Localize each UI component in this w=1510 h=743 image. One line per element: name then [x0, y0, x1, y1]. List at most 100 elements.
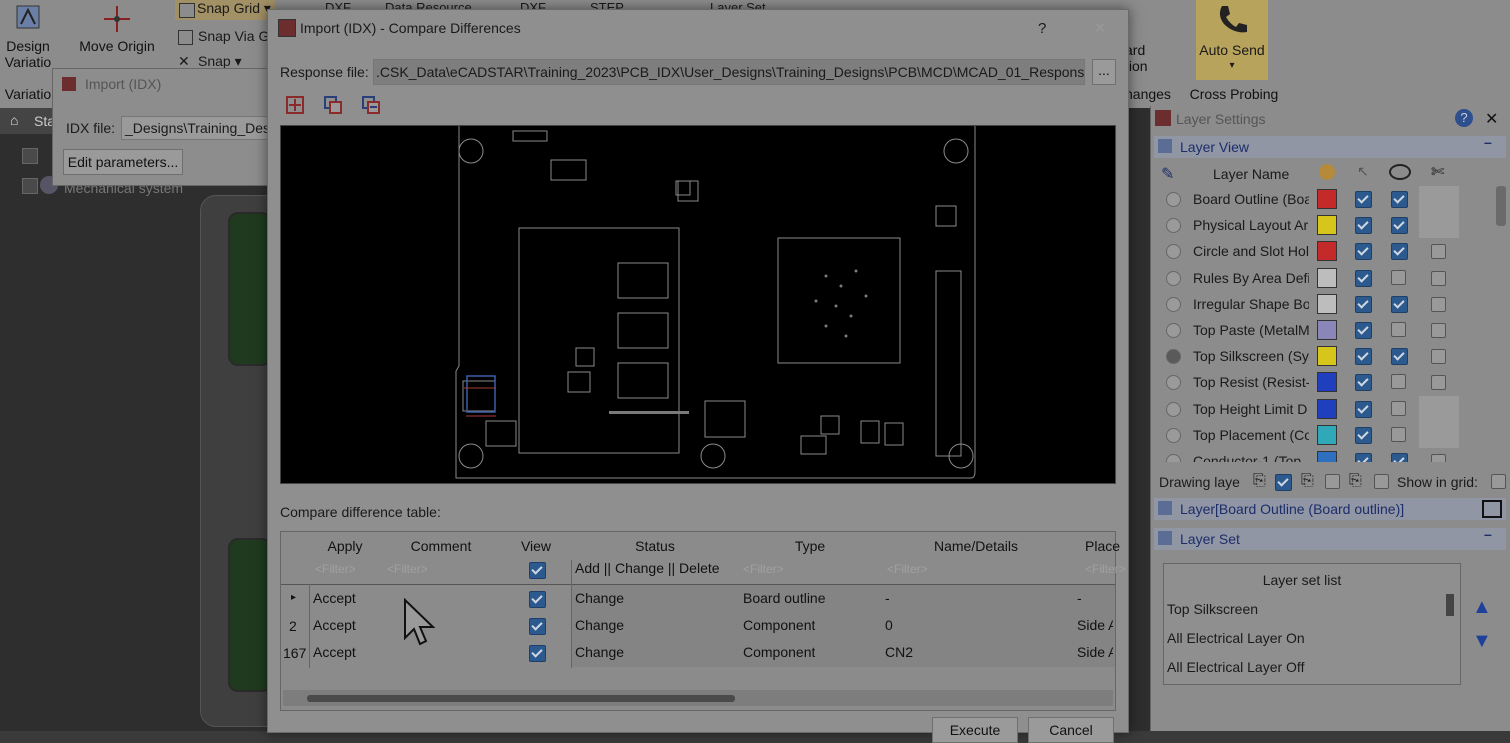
- layer-set-scrollbar[interactable]: [1446, 594, 1454, 616]
- row-2-view-checkbox[interactable]: [529, 618, 546, 635]
- snap-via-grid-button[interactable]: Snap Via G: [178, 28, 269, 45]
- snap-grid-button[interactable]: Snap Grid ▾: [175, 0, 275, 20]
- layer-color-swatch[interactable]: [1317, 320, 1337, 340]
- layer-selectable-checkbox[interactable]: [1355, 453, 1372, 462]
- layer-visible-checkbox[interactable]: [1391, 348, 1408, 366]
- layer-color-swatch[interactable]: [1317, 398, 1337, 419]
- col-type[interactable]: Type: [739, 538, 881, 554]
- layer-active-radio[interactable]: [1166, 270, 1181, 286]
- layer-extra-checkbox[interactable]: [1431, 296, 1446, 312]
- layer-active-radio[interactable]: [1166, 323, 1181, 338]
- layer-selectable-checkbox[interactable]: [1355, 400, 1372, 418]
- execute-button[interactable]: Execute: [932, 717, 1018, 743]
- edit-pencil-icon[interactable]: ✎: [1161, 164, 1174, 184]
- layer-active-radio[interactable]: [1166, 349, 1181, 365]
- close-button[interactable]: ✕: [1094, 19, 1107, 37]
- layer-selectable-checkbox[interactable]: [1355, 217, 1372, 235]
- scrollbar-thumb[interactable]: [307, 695, 735, 702]
- layer-color-swatch[interactable]: [1317, 267, 1337, 288]
- drawing-layer-checkbox-2[interactable]: [1325, 474, 1340, 489]
- row-2-apply[interactable]: Accept: [313, 617, 356, 633]
- cancel-button[interactable]: Cancel: [1028, 717, 1114, 743]
- help-button[interactable]: ?: [1038, 20, 1046, 37]
- changes-label[interactable]: nanges: [1125, 86, 1175, 102]
- paste-layer-icon[interactable]: [360, 94, 382, 116]
- col-place[interactable]: Place: [1085, 538, 1125, 554]
- layer-set-item[interactable]: All Electrical Layer On: [1167, 630, 1305, 646]
- collapse-icon[interactable]: –: [1484, 134, 1492, 150]
- layer-active-radio[interactable]: [1166, 401, 1181, 417]
- layer-extra-cell[interactable]: [1419, 395, 1459, 422]
- layer-row[interactable]: Conductor-1 (Top: [1151, 448, 1461, 462]
- layer-set-collapse-icon[interactable]: –: [1484, 526, 1492, 542]
- layer-color-swatch[interactable]: [1317, 189, 1337, 209]
- browse-button[interactable]: ...: [1092, 59, 1116, 85]
- layer-extra-checkbox[interactable]: [1431, 454, 1446, 462]
- col-view[interactable]: View: [501, 538, 571, 554]
- layer-row[interactable]: Top Height Limit D: [1151, 395, 1461, 422]
- horizontal-scrollbar[interactable]: [283, 690, 1113, 706]
- row-1-view-checkbox[interactable]: [529, 591, 546, 608]
- layer-visible-checkbox[interactable]: [1391, 295, 1408, 313]
- filter-place[interactable]: <Filter>: [1085, 562, 1126, 576]
- layer-visible-checkbox[interactable]: [1391, 217, 1408, 235]
- copy-layer-icon[interactable]: [322, 94, 344, 116]
- layer-active-radio[interactable]: [1166, 454, 1181, 462]
- filter-type[interactable]: <Filter>: [743, 562, 784, 576]
- drawing-layer-checkbox-3[interactable]: [1374, 474, 1389, 489]
- layer-visible-checkbox[interactable]: [1391, 374, 1406, 390]
- layer-set-header[interactable]: Layer Set –: [1154, 526, 1506, 550]
- layer-color-swatch[interactable]: [1317, 451, 1337, 462]
- layer-active-radio[interactable]: [1166, 192, 1181, 207]
- maximize-icon[interactable]: [1482, 500, 1502, 518]
- filter-apply[interactable]: <Filter>: [315, 562, 356, 576]
- row-3-apply[interactable]: Accept: [313, 644, 356, 660]
- layer-row[interactable]: Top Silkscreen (Syr: [1151, 343, 1461, 369]
- tree-expand-icon-2[interactable]: [22, 178, 38, 194]
- move-origin-button[interactable]: Move Origin: [72, 4, 162, 54]
- layer-extra-cell[interactable]: [1419, 421, 1459, 448]
- filter-view-checkbox[interactable]: [529, 562, 546, 579]
- layer-selectable-checkbox[interactable]: [1355, 243, 1372, 261]
- layer-visible-checkbox[interactable]: [1391, 243, 1408, 261]
- layer-row[interactable]: Rules By Area Defi: [1151, 265, 1461, 291]
- layer-row[interactable]: Board Outline (Boa: [1151, 186, 1461, 212]
- layer-selectable-checkbox[interactable]: [1355, 374, 1372, 392]
- layer-extra-checkbox[interactable]: [1431, 270, 1446, 286]
- col-comment[interactable]: Comment: [381, 538, 501, 554]
- layer-selectable-checkbox[interactable]: [1355, 348, 1372, 366]
- move-up-arrow-icon[interactable]: ▲: [1472, 596, 1496, 618]
- layer-active-radio[interactable]: [1166, 296, 1181, 312]
- layer-selectable-checkbox[interactable]: [1355, 191, 1372, 208]
- layer-color-swatch[interactable]: [1317, 293, 1337, 314]
- filter-comment[interactable]: <Filter>: [387, 562, 428, 576]
- layer-active-radio[interactable]: [1166, 218, 1181, 234]
- layer-extra-checkbox[interactable]: [1431, 349, 1446, 365]
- layer-row[interactable]: Physical Layout Ar: [1151, 212, 1461, 239]
- fit-view-icon[interactable]: [284, 94, 306, 116]
- layer-settings-help[interactable]: ?: [1455, 109, 1473, 127]
- layer-visible-checkbox[interactable]: [1391, 269, 1406, 285]
- layer-extra-checkbox[interactable]: [1431, 244, 1446, 260]
- layer-selectable-checkbox[interactable]: [1355, 426, 1372, 444]
- layer-color-swatch[interactable]: [1317, 372, 1337, 393]
- layer-set-item[interactable]: All Electrical Layer Off: [1167, 659, 1304, 675]
- layer-extra-cell[interactable]: [1419, 212, 1459, 239]
- layer-name-header[interactable]: Layer Name: [1213, 166, 1289, 182]
- layer-extra-checkbox[interactable]: [1431, 375, 1446, 391]
- layer-row[interactable]: Circle and Slot Hol: [1151, 238, 1461, 264]
- pcb-preview[interactable]: [280, 125, 1116, 484]
- board-option-label[interactable]: ard tion: [1125, 42, 1165, 74]
- layer-selectable-checkbox[interactable]: [1355, 295, 1372, 313]
- tree-expand-icon[interactable]: [22, 148, 38, 164]
- row-1-apply[interactable]: Accept: [313, 590, 356, 606]
- variation-sub-label[interactable]: Variatio: [0, 86, 56, 102]
- design-variation-button[interactable]: Design Variatio: [0, 4, 56, 70]
- layer-selectable-checkbox[interactable]: [1355, 269, 1372, 287]
- edit-parameters-button[interactable]: Edit parameters...: [63, 149, 183, 175]
- show-in-grid-checkbox[interactable]: [1491, 474, 1506, 489]
- layer-active-radio[interactable]: [1166, 375, 1181, 391]
- layer-visible-checkbox[interactable]: [1391, 191, 1408, 208]
- move-down-arrow-icon[interactable]: ▼: [1472, 630, 1496, 652]
- layer-extra-checkbox[interactable]: [1431, 323, 1446, 338]
